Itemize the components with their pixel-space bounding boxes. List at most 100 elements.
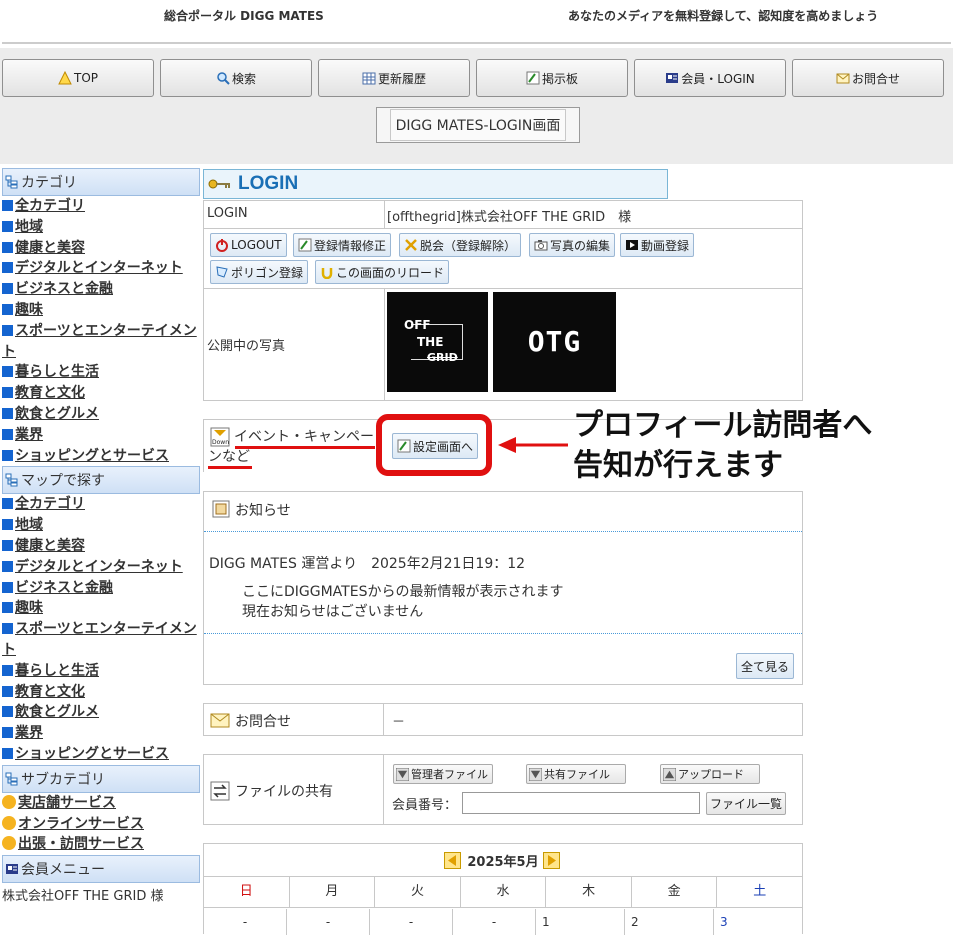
reload-button[interactable]: この画面のリロード (315, 260, 450, 284)
map-category-item[interactable]: デジタルとインターネット (2, 557, 200, 578)
site-tagline: あなたのメディアを無料登録して、認知度を高めましょう (568, 9, 879, 23)
nav-label: 会員・LOGIN (681, 71, 755, 86)
divider (383, 755, 384, 824)
category-label: 暮らしと生活 (15, 662, 99, 679)
admin-files-button[interactable]: 管理者ファイル (393, 764, 493, 784)
map-category-item[interactable]: 暮らしと生活 (2, 661, 200, 682)
bullet-icon (2, 602, 13, 614)
map-category-item[interactable]: 業界 (2, 723, 200, 744)
category-item[interactable]: 飲食とグルメ (2, 404, 200, 425)
category-item[interactable]: ビジネスと金融 (2, 279, 200, 300)
edit-registration-button[interactable]: 登録情報修正 (293, 233, 392, 257)
calendar-panel: 2025年5月 日 月 火 水 木 金 土 - - - - 1 2 3 (203, 843, 803, 935)
nav-contact-button[interactable]: お問合せ (792, 59, 944, 97)
button-label: 管理者ファイル (411, 768, 488, 781)
subcategory-item[interactable]: 出張・訪問サービス (2, 834, 200, 855)
play-bullet-icon (2, 815, 16, 830)
bullet-icon (2, 407, 13, 419)
map-category-item[interactable]: 飲食とグルメ (2, 702, 200, 723)
polygon-register-button[interactable]: ポリゴン登録 (210, 260, 309, 284)
map-category-item[interactable]: 全カテゴリ (2, 494, 200, 515)
subcategory-label: 実店舗サービス (18, 794, 116, 811)
subcategory-head-label: サブカテゴリ (21, 771, 105, 788)
upload-button[interactable]: アップロード (660, 764, 760, 784)
subcategory-label: オンラインサービス (18, 815, 144, 832)
dotted-divider (204, 633, 802, 634)
play-bullet-icon (2, 794, 16, 809)
shared-files-button[interactable]: 共有ファイル (526, 764, 626, 784)
category-head: カテゴリ (2, 168, 200, 196)
map-category-item[interactable]: ビジネスと金融 (2, 578, 200, 599)
page-title: DIGG MATES-LOGIN画面 (376, 107, 580, 143)
calendar-cell[interactable]: 2 (625, 909, 714, 935)
notice-icon (212, 500, 230, 518)
category-list: 全カテゴリ 地域 健康と美容 デジタルとインターネット ビジネスと金融 趣味 ス… (2, 196, 200, 466)
map-category-item[interactable]: 教育と文化 (2, 682, 200, 703)
event-settings-button[interactable]: 設定画面へ (392, 433, 479, 459)
photo-thumbnail-otg[interactable]: OTG (493, 292, 616, 392)
calendar-grid-icon (362, 72, 376, 85)
category-item[interactable]: スポーツとエンターテイメント (2, 321, 200, 363)
member-menu-text: 株式会社OFF THE GRID 様 (2, 889, 164, 905)
category-item[interactable]: デジタルとインターネット (2, 258, 200, 279)
category-item[interactable]: 地域 (2, 217, 200, 238)
nav-top-button[interactable]: TOP (2, 59, 154, 97)
edit-photos-button[interactable]: 写真の編集 (529, 233, 616, 257)
nav-member-login-button[interactable]: 会員・LOGIN (634, 59, 786, 97)
video-register-button[interactable]: 動画登録 (620, 233, 695, 257)
bullet-icon (2, 283, 13, 295)
logout-button[interactable]: LOGOUT (210, 233, 287, 257)
nav-board-button[interactable]: 掲示板 (476, 59, 628, 97)
button-label: 共有ファイル (544, 768, 610, 781)
tree-icon (5, 772, 18, 786)
map-category-item[interactable]: 地域 (2, 515, 200, 536)
category-label: 業界 (15, 426, 43, 443)
login-section-head: LOGIN (203, 169, 668, 199)
category-item[interactable]: 全カテゴリ (2, 196, 200, 217)
nav-label: TOP (73, 71, 98, 85)
subcategory-item[interactable]: 実店舗サービス (2, 793, 200, 814)
pencil-board-icon (526, 71, 540, 85)
category-item[interactable]: 趣味 (2, 300, 200, 321)
map-category-item[interactable]: 健康と美容 (2, 536, 200, 557)
subcategory-item[interactable]: オンラインサービス (2, 814, 200, 835)
map-category-item[interactable]: スポーツとエンターテイメント (2, 619, 200, 661)
envelope-icon (210, 713, 230, 728)
id-card-icon (6, 864, 18, 875)
nav-search-button[interactable]: 検索 (160, 59, 312, 97)
button-label: 設定画面へ (413, 439, 474, 454)
calendar-cell[interactable]: 3 (714, 909, 802, 935)
category-item[interactable]: ショッピングとサービス (2, 446, 200, 467)
top-banner: 総合ポータル DIGG MATES あなたのメディアを無料登録して、認知度を高め… (2, 4, 951, 44)
photo-text-otg: OTG (527, 325, 582, 358)
see-all-button[interactable]: 全て見る (736, 653, 795, 679)
bullet-icon (2, 519, 13, 531)
category-label: 教育と文化 (15, 385, 85, 402)
map-category-item[interactable]: ショッピングとサービス (2, 744, 200, 765)
unregister-button[interactable]: 脱会（登録解除） (399, 233, 522, 257)
login-row: LOGIN [offthegrid]株式会社OFF THE GRID 様 (204, 201, 802, 229)
button-label: 動画登録 (641, 238, 690, 253)
bullet-icon (2, 387, 13, 399)
subcategory-label: 出張・訪問サービス (18, 836, 144, 853)
category-item[interactable]: 業界 (2, 425, 200, 446)
member-menu-head-label: 会員メニュー (21, 862, 105, 879)
member-number-input[interactable] (462, 792, 700, 814)
category-item[interactable]: 暮らしと生活 (2, 362, 200, 383)
button-label: LOGOUT (231, 238, 282, 252)
category-item[interactable]: 健康と美容 (2, 238, 200, 259)
calendar-cell[interactable]: 1 (536, 909, 625, 935)
photo-thumbnail-off-the-grid[interactable]: OFF THE GRID (387, 292, 488, 392)
map-category-item[interactable]: 趣味 (2, 598, 200, 619)
category-item[interactable]: 教育と文化 (2, 383, 200, 404)
prev-month-icon[interactable] (444, 851, 462, 869)
divider (204, 288, 802, 289)
file-share-label: ファイルの共有 (235, 784, 333, 800)
next-month-icon[interactable] (542, 851, 560, 869)
event-label[interactable]: イベント・キャンペー (234, 427, 374, 447)
category-label: スポーツとエンターテイメント (2, 621, 197, 658)
button-label: 脱会（登録解除） (420, 238, 517, 253)
contact-panel: お問合せ － (203, 703, 803, 736)
nav-history-button[interactable]: 更新履歴 (318, 59, 470, 97)
file-list-button[interactable]: ファイル一覧 (706, 792, 786, 815)
